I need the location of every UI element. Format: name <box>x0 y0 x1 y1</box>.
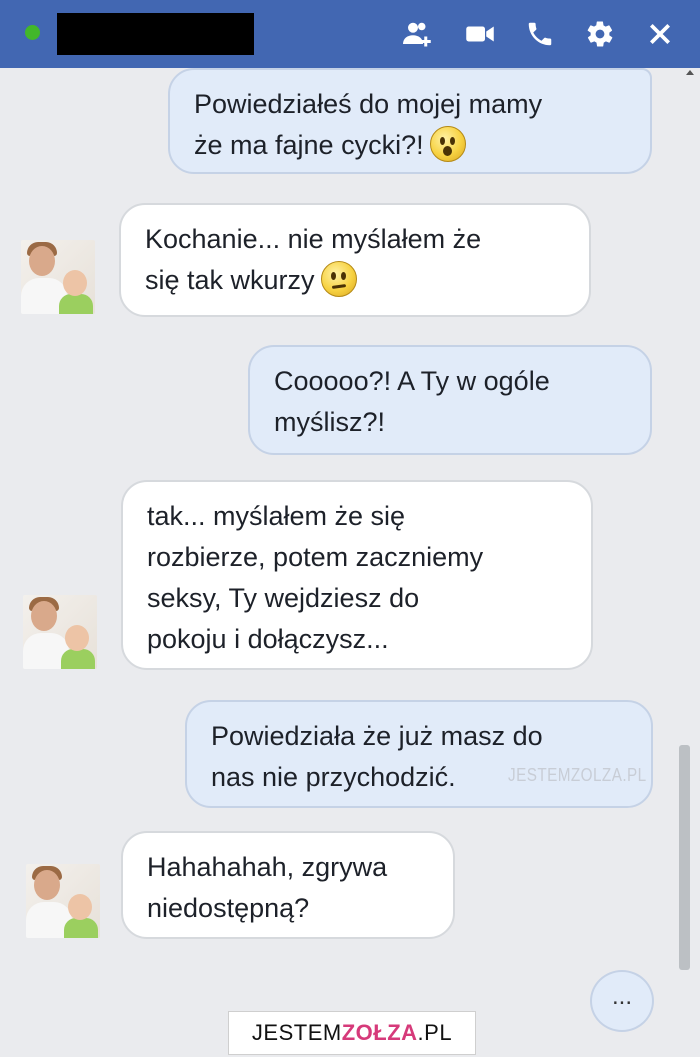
message-text: myślisz?! <box>274 407 386 437</box>
typing-indicator: ... <box>590 970 654 1032</box>
phone-icon[interactable] <box>520 14 560 54</box>
contact-name-redacted[interactable] <box>57 13 254 55</box>
message-text: Cooooo?! A Ty w ogóle <box>274 366 550 396</box>
message-text: się tak wkurzy <box>145 260 565 301</box>
video-call-icon[interactable] <box>460 14 500 54</box>
surprised-emoji-icon <box>429 125 466 162</box>
message-text: że ma fajne cycki?! <box>194 125 626 166</box>
avatar[interactable] <box>23 595 97 669</box>
message-bubble-outgoing[interactable]: Cooooo?! A Ty w ogóle myślisz?! <box>248 345 652 455</box>
logo-text-part3: .PL <box>417 1020 453 1045</box>
logo-text-part2: ZOŁZA <box>341 1020 418 1045</box>
message-text: Powiedziała że już masz do <box>211 721 543 751</box>
message-text: pokoju i dołączysz... <box>147 624 389 654</box>
add-people-icon[interactable] <box>398 14 438 54</box>
frown-emoji-icon <box>320 260 357 297</box>
close-icon[interactable] <box>640 14 680 54</box>
message-text: rozbierze, potem zaczniemy <box>147 542 484 572</box>
message-text: Kochanie... nie myślałem że <box>145 224 482 254</box>
gear-icon[interactable] <box>580 14 620 54</box>
message-text: niedostępną? <box>147 893 310 923</box>
chat-titlebar <box>0 0 700 68</box>
avatar[interactable] <box>21 240 95 314</box>
scroll-up-arrow[interactable] <box>686 70 694 75</box>
avatar[interactable] <box>26 864 100 938</box>
message-bubble-incoming[interactable]: Hahahahah, zgrywa niedostępną? <box>121 831 455 939</box>
logo-text-part1: JESTEM <box>251 1020 342 1045</box>
message-bubble-outgoing[interactable]: Powiedziała że już masz do nas nie przyc… <box>185 700 653 808</box>
message-text: seksy, Ty wejdziesz do <box>147 583 420 613</box>
scrollbar-thumb[interactable] <box>679 745 690 970</box>
message-text: Hahahahah, zgrywa <box>147 852 388 882</box>
message-bubble-incoming[interactable]: Kochanie... nie myślałem że się tak wkur… <box>119 203 591 317</box>
site-logo: JESTEM ZOŁZA .PL <box>228 1011 476 1055</box>
message-bubble-outgoing[interactable]: Powiedziałeś do mojej mamy że ma fajne c… <box>168 68 652 174</box>
message-text: tak... myślałem że się <box>147 501 406 531</box>
online-status-dot <box>25 25 40 40</box>
message-text: Powiedziałeś do mojej mamy <box>194 89 543 119</box>
message-bubble-incoming[interactable]: tak... myślałem że się rozbierze, potem … <box>121 480 593 670</box>
watermark: JESTEMZOLZA.PL <box>508 765 647 785</box>
